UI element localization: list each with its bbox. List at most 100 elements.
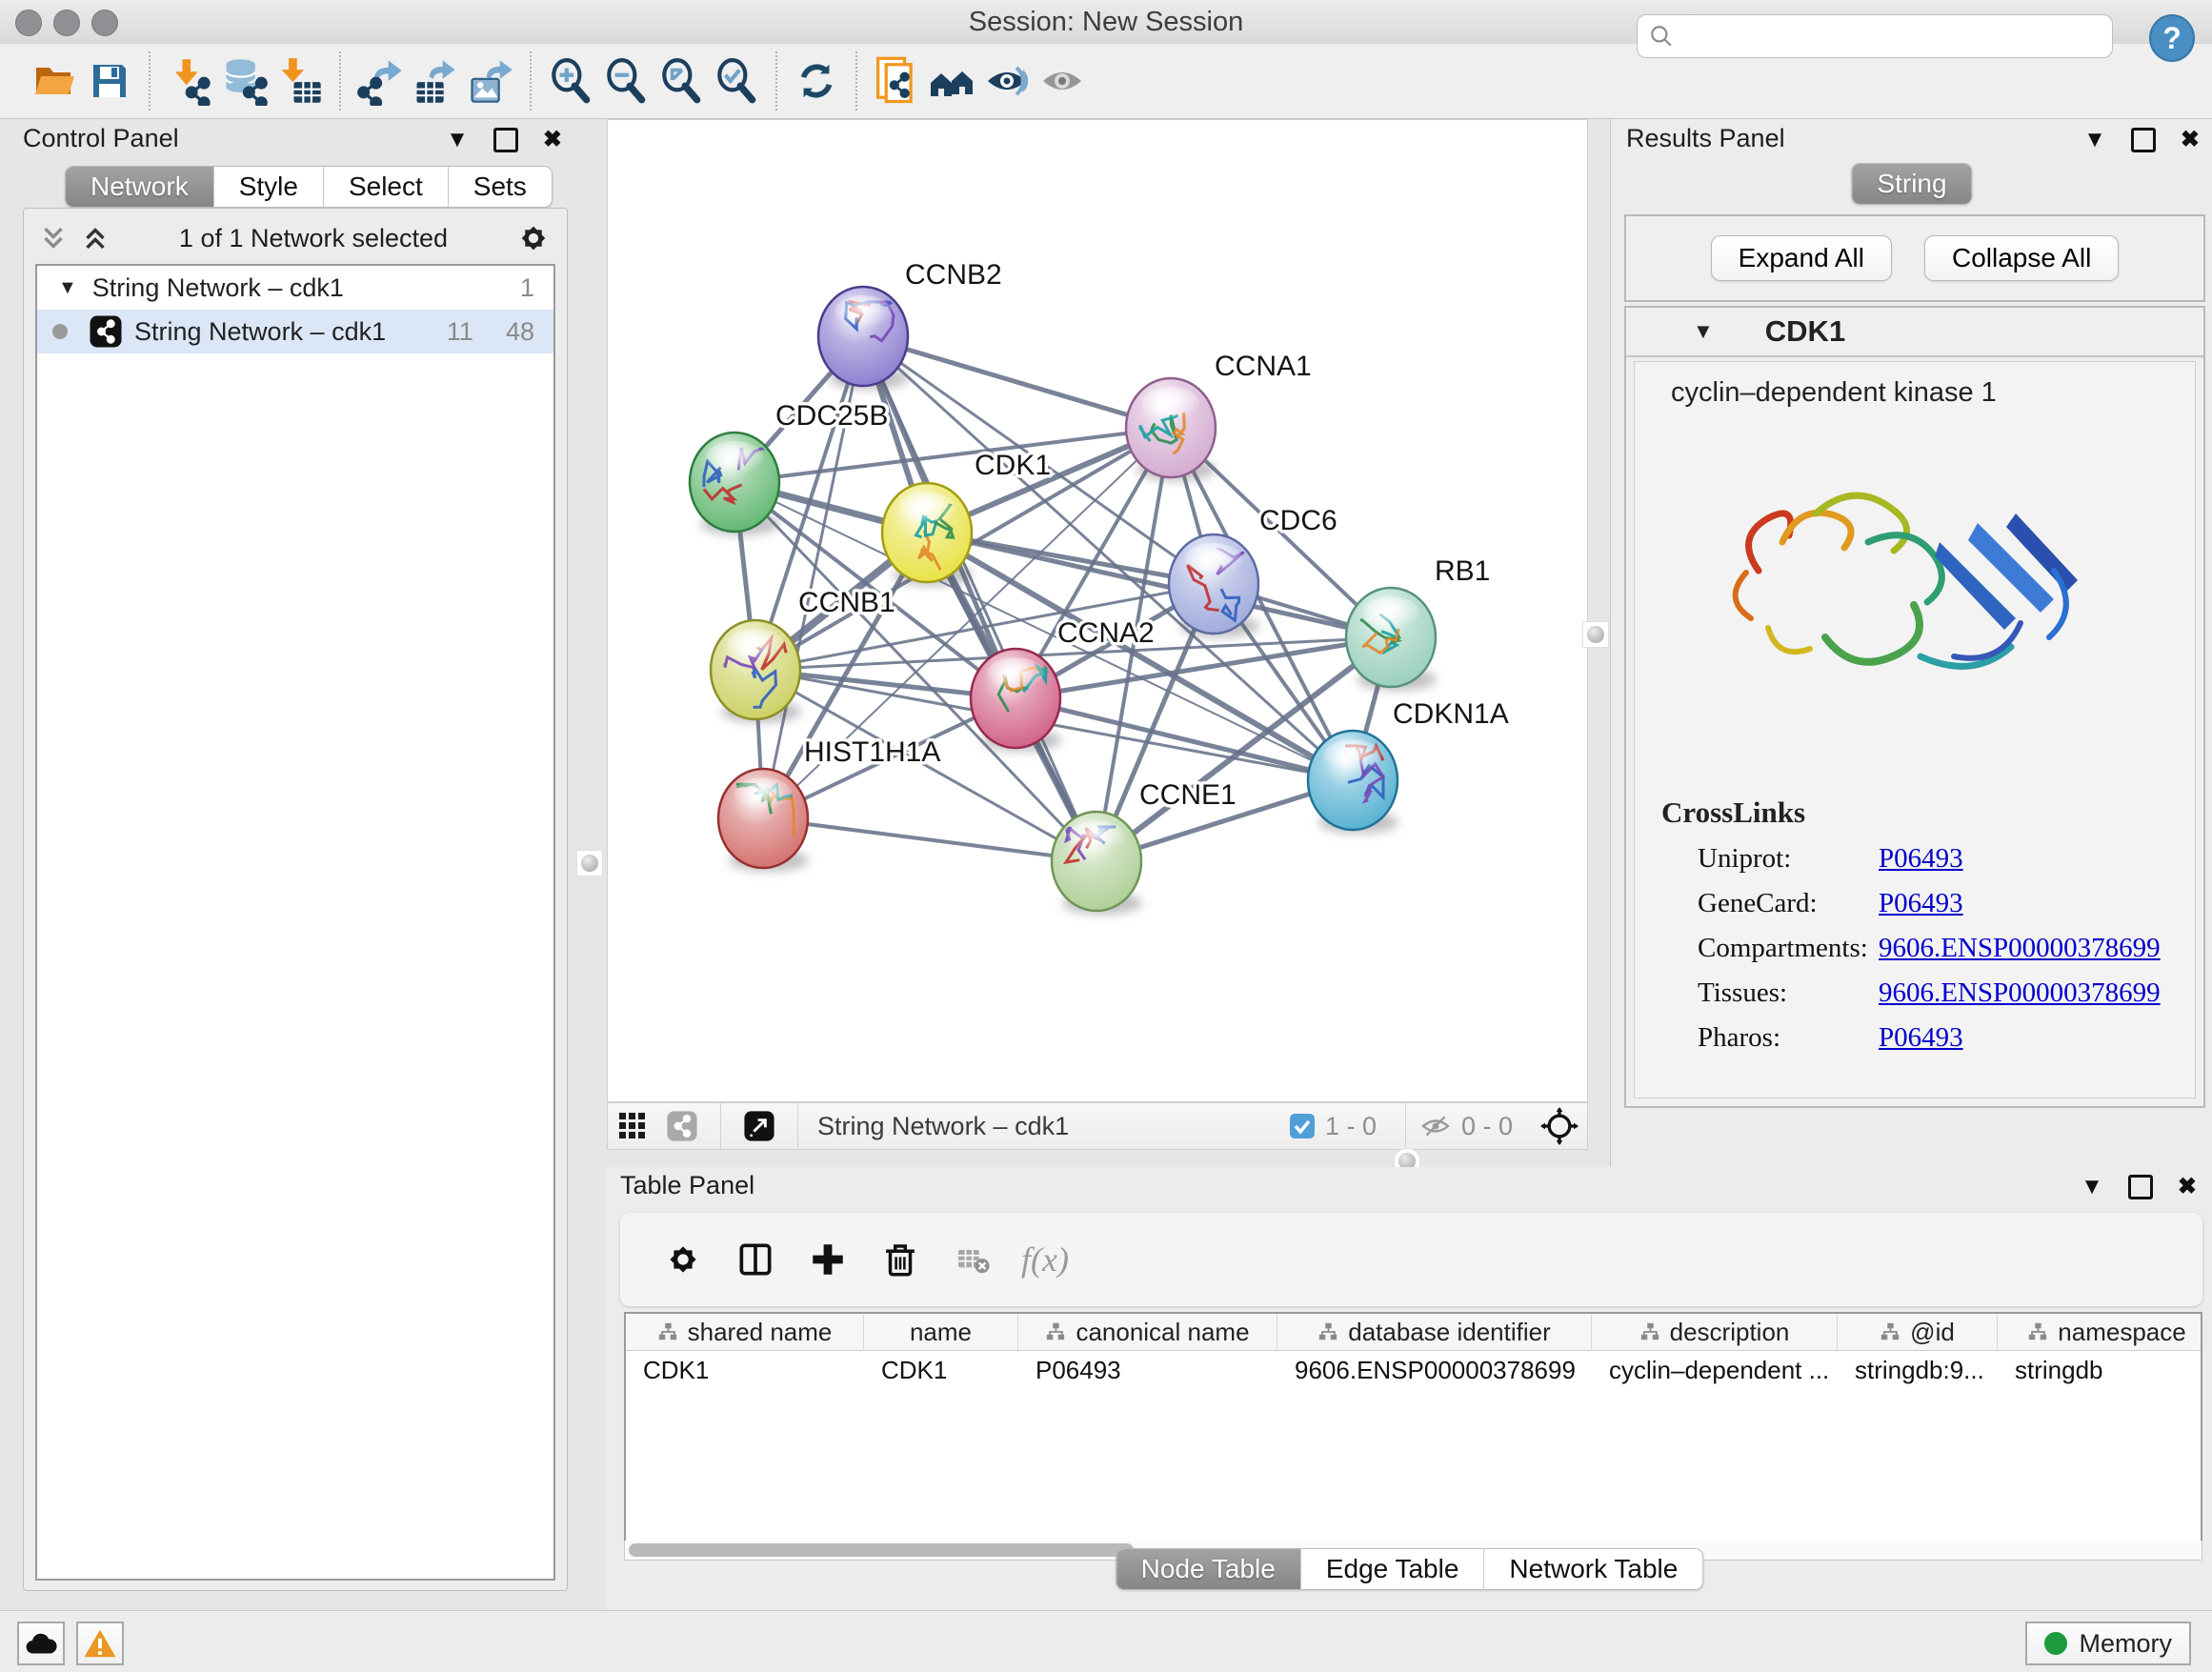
section-expander-icon[interactable]: ▼ [1693,319,1714,344]
import-network-from-database-button[interactable] [217,52,272,110]
hscroll-thumb[interactable] [629,1543,1134,1557]
clone-network-button[interactable] [869,52,924,110]
tab-network[interactable]: Network [66,167,214,207]
delete-column-button[interactable] [864,1231,936,1288]
expand-all-chevrons-icon[interactable] [79,222,111,254]
network-row[interactable]: String Network – cdk1 11 48 [37,310,553,353]
crosslink-link[interactable]: P06493 [1879,843,1963,875]
table-cell[interactable]: cyclin–dependent ... [1592,1351,1838,1389]
columns-icon [734,1239,776,1280]
network-selection-status: 1 of 1 Network selected [111,224,515,253]
panel-float-icon[interactable] [2128,1175,2153,1199]
edge-CCNB2-CCNE1[interactable] [863,336,1096,861]
toolbar-separator [530,51,532,111]
column-header--id[interactable]: @id [1838,1314,1998,1350]
memory-button[interactable]: Memory [2025,1622,2191,1665]
table-cell[interactable]: stringdb [1998,1351,2202,1389]
node-HIST1H1A[interactable]: HIST1H1A [718,736,940,872]
right-splitter-handle[interactable] [1582,621,1609,648]
network-canvas[interactable]: CCNB2CCNA1CDC25BCDK1CDC6RB1CCNB1CCNA2CDK… [607,119,1588,1102]
zoom-in-button[interactable] [543,52,598,110]
grid-view-button[interactable] [608,1098,657,1155]
function-builder-button[interactable]: f(x) [1009,1231,1081,1288]
column-header-description[interactable]: description [1592,1314,1838,1350]
node-CCNB1[interactable]: CCNB1 [711,587,895,723]
crosslink-link[interactable]: 9606.ENSP00000378699 [1879,933,2161,964]
help-button[interactable]: ? [2149,14,2195,62]
tab-style[interactable]: Style [214,167,324,207]
refresh-view-button[interactable] [789,52,844,110]
detach-view-button[interactable] [734,1098,784,1155]
tab-network-table[interactable]: Network Table [1484,1549,1702,1589]
edge-CDK1-RB1[interactable] [927,533,1391,637]
network-collection-row[interactable]: ▼ String Network – cdk1 1 [37,266,553,310]
tab-edge-table[interactable]: Edge Table [1301,1549,1485,1589]
left-splitter-handle[interactable] [576,850,603,876]
show-columns-button[interactable] [719,1231,792,1288]
birds-eye-view-button[interactable] [1532,1098,1587,1155]
panel-float-icon[interactable] [2131,128,2156,152]
panel-close-icon[interactable]: ✖ [543,129,562,151]
node-count: 11 [447,317,473,347]
panel-menu-icon[interactable]: ▼ [2081,1176,2103,1199]
crosslink-link[interactable]: P06493 [1879,888,1963,919]
panel-menu-icon[interactable]: ▼ [2083,129,2106,151]
column-header-shared-name[interactable]: shared name [626,1314,864,1350]
warnings-button[interactable] [76,1622,124,1665]
first-neighbors-button[interactable] [924,52,979,110]
crosslink-link[interactable]: 9606.ENSP00000378699 [1879,977,2161,1009]
open-session-button[interactable] [27,52,82,110]
zoom-fit-button[interactable] [654,52,709,110]
export-network-button[interactable] [352,52,408,110]
zoom-out-button[interactable] [598,52,654,110]
collapse-all-button[interactable]: Collapse All [1924,235,2119,281]
column-header-canonical-name[interactable]: canonical name [1018,1314,1277,1350]
table-options-button[interactable] [647,1231,719,1288]
show-hidden-button[interactable] [1035,52,1090,110]
zoom-selected-button[interactable] [709,52,764,110]
tab-sets[interactable]: Sets [449,167,552,207]
panel-close-icon[interactable]: ✖ [2181,129,2200,151]
import-network-from-file-button[interactable] [162,52,217,110]
panel-close-icon[interactable]: ✖ [2178,1176,2197,1199]
node-CDKN1A[interactable]: CDKN1A [1308,698,1509,834]
import-table-from-file-button[interactable] [272,52,328,110]
column-header-namespace[interactable]: namespace [1998,1314,2202,1350]
delete-table-button-disabled[interactable] [936,1231,1009,1288]
selected-checkbox-icon[interactable] [1289,1113,1316,1139]
edge-CCNB2-CCNA1[interactable] [863,336,1171,428]
network-view-mode-button[interactable] [657,1098,707,1155]
column-header-database-identifier[interactable]: database identifier [1277,1314,1592,1350]
cloud-status-button[interactable] [17,1622,65,1665]
tab-node-table[interactable]: Node Table [1116,1549,1301,1589]
gear-icon[interactable] [515,220,552,256]
table-cell[interactable]: 9606.ENSP00000378699 [1277,1351,1592,1389]
network-graph[interactable]: CCNB2CCNA1CDC25BCDK1CDC6RB1CCNB1CCNA2CDK… [608,120,1587,1101]
panel-menu-icon[interactable]: ▼ [446,129,469,151]
crosslink-link[interactable]: P06493 [1879,1022,1963,1054]
hidden-count: 0 - 0 [1461,1112,1513,1141]
table-cell[interactable]: P06493 [1018,1351,1277,1389]
export-image-button[interactable] [463,52,518,110]
hidden-eye-slash-icon[interactable] [1419,1112,1452,1140]
table-cell[interactable]: CDK1 [626,1351,864,1389]
table-cell[interactable]: CDK1 [864,1351,1018,1389]
collapse-all-chevrons-icon[interactable] [37,222,70,254]
create-column-button[interactable] [792,1231,864,1288]
export-table-button[interactable] [408,52,463,110]
hide-selection-button[interactable] [979,52,1035,110]
column-header-name[interactable]: name [864,1314,1018,1350]
save-session-button[interactable] [82,52,137,110]
tab-string[interactable]: String [1852,164,1971,204]
tab-select[interactable]: Select [324,167,449,207]
gene-section-header[interactable]: ▼ CDK1 [1626,308,2203,357]
node-RB1[interactable]: RB1 [1346,555,1490,691]
table-cell[interactable]: stringdb:9... [1838,1351,1998,1389]
tree-expander-icon[interactable]: ▼ [58,277,77,299]
table-row[interactable]: CDK1CDK1P064939606.ENSP00000378699cyclin… [626,1351,2201,1389]
panel-float-icon[interactable] [493,128,518,152]
expand-all-button[interactable]: Expand All [1711,235,1892,281]
edge-HIST1H1A-CCNE1[interactable] [763,818,1096,861]
search-input[interactable] [1683,22,2101,50]
node-CCNA1[interactable]: CCNA1 [1126,351,1312,481]
